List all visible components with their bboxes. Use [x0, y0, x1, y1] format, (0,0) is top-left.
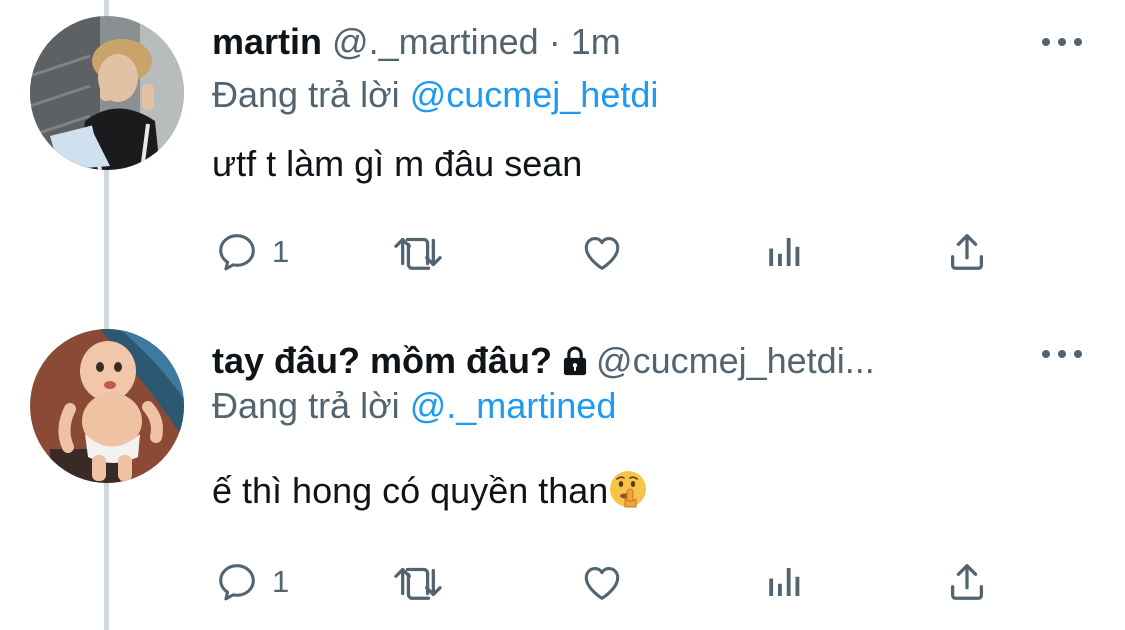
lock-icon: [563, 346, 587, 376]
avatar[interactable]: [30, 16, 184, 170]
timestamp[interactable]: 1m: [571, 21, 621, 62]
like-button[interactable]: [578, 557, 626, 607]
avatar[interactable]: [30, 329, 184, 483]
reply-button[interactable]: 1: [214, 557, 289, 607]
replying-to: Đang trả lời @._martined: [212, 383, 616, 429]
shushing-face-emoji: [610, 471, 647, 508]
display-name[interactable]: tay đâu? mồm đâu?: [212, 340, 552, 381]
tweet-2[interactable]: tay đâu? mồm đâu? @cucmej_hetdi... Đang …: [0, 315, 1125, 630]
replying-to-label: Đang trả lời: [212, 385, 400, 426]
more-icon[interactable]: [1042, 347, 1082, 361]
separator-dot: ·: [548, 21, 561, 62]
analytics-button[interactable]: [764, 557, 806, 607]
reply-count: 1: [272, 564, 290, 599]
like-icon: [584, 567, 620, 600]
display-name[interactable]: martin: [212, 21, 322, 62]
reply-icon: [219, 234, 255, 271]
reply-icon: [219, 564, 255, 601]
like-icon: [584, 237, 620, 270]
more-icon[interactable]: [1042, 35, 1082, 49]
retweet-icon: [394, 237, 442, 270]
tweet-text: ưtf t làm gì m đâu sean: [212, 143, 583, 184]
share-button[interactable]: [944, 557, 990, 607]
tweet-text-content: ế thì hong có quyền than: [212, 470, 609, 511]
retweet-icon: [394, 567, 442, 600]
retweet-button[interactable]: [390, 557, 446, 607]
tweet-actions: 1: [212, 557, 1012, 607]
tweet-actions: 1: [212, 227, 1012, 277]
reply-button[interactable]: 1: [214, 227, 289, 277]
replying-to-mention[interactable]: @._martined: [410, 385, 617, 426]
share-icon: [950, 564, 984, 600]
replying-to: Đang trả lời @cucmej_hetdi: [212, 72, 658, 118]
tweet-text: ế thì hong có quyền than: [212, 468, 648, 514]
baby-character-icon: [30, 329, 184, 483]
analytics-icon: [769, 238, 800, 266]
like-button[interactable]: [578, 227, 626, 277]
analytics-button[interactable]: [764, 227, 806, 277]
tweet-header: tay đâu? mồm đâu? @cucmej_hetdi...: [212, 338, 1024, 384]
analytics-icon: [769, 568, 800, 596]
replying-to-label: Đang trả lời: [212, 74, 400, 115]
reply-count: 1: [272, 234, 290, 269]
share-icon: [950, 234, 984, 270]
photo-person-icon: [30, 16, 184, 170]
tweet-header: martin @._martined · 1m: [212, 19, 621, 65]
user-handle[interactable]: @._martined: [332, 21, 539, 62]
share-button[interactable]: [944, 227, 990, 277]
user-handle[interactable]: @cucmej_hetdi...: [596, 340, 875, 381]
tweet-1[interactable]: martin @._martined · 1m Đang trả lời @cu…: [0, 0, 1125, 315]
retweet-button[interactable]: [390, 227, 446, 277]
replying-to-mention[interactable]: @cucmej_hetdi: [410, 74, 659, 115]
